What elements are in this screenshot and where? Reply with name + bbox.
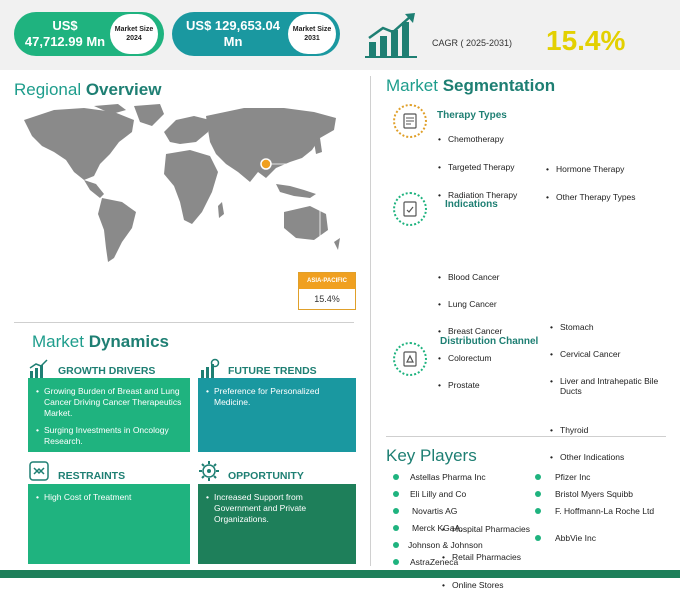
indications-icon: [393, 192, 427, 226]
therapy-types-title: Therapy Types: [437, 110, 507, 121]
growth-drivers-title: GROWTH DRIVERS: [58, 365, 156, 377]
growth-chart-icon: [365, 12, 423, 65]
restraints-icon: [28, 460, 50, 482]
future-trends-icon: [198, 358, 220, 380]
growth-drivers-card: Growing Burden of Breast and Lung Cancer…: [28, 378, 190, 452]
market-size-2024-pill: US$ 47,712.99 Mn Market Size 2024: [14, 12, 164, 56]
key-players-title: Key Players: [386, 446, 477, 465]
opportunity-title: OPPORTUNITY: [228, 470, 304, 482]
footer-bar: [0, 570, 680, 578]
market-size-2024-value: US$ 47,712.99 Mn: [24, 18, 106, 49]
bullet-dot: [393, 542, 399, 548]
indications-title: Indications: [445, 199, 498, 210]
indication-item: Other Indications: [550, 452, 680, 462]
future-trends-card: Preference for Personalized Medicine.: [198, 378, 356, 452]
market-size-2031-value: US$ 129,653.04 Mn: [186, 18, 280, 49]
bullet-dot: [393, 491, 399, 497]
key-player-item: Eli Lilly and Co: [410, 489, 467, 499]
divider: [386, 436, 666, 437]
growth-drivers-icon: [28, 358, 50, 380]
indication-item: Thyroid: [550, 425, 680, 435]
world-map: [14, 102, 354, 274]
asia-pacific-value: 15.4%: [314, 294, 340, 304]
indication-item: Stomach: [550, 322, 680, 332]
distribution-item: Online Stores: [442, 580, 680, 590]
future-trend-item: Preference for Personalized Medicine.: [206, 386, 350, 408]
divider: [14, 322, 354, 323]
key-player-item: Pfizer Inc: [555, 472, 591, 482]
bullet-dot: [393, 559, 399, 565]
restraint-item: High Cost of Treatment: [36, 492, 184, 503]
opportunity-icon: [198, 460, 220, 482]
key-player-item: Astellas Pharma Inc: [410, 472, 486, 482]
therapy-type-item: Chemotherapy: [438, 134, 680, 144]
therapy-type-item: Other Therapy Types: [546, 192, 680, 202]
asia-pacific-label: ASIA-PACIFIC: [299, 273, 355, 289]
market-dynamics-title: Market Dynamics: [32, 332, 170, 351]
asia-pacific-marker: [260, 158, 272, 170]
bullet-dot: [535, 474, 541, 480]
key-player-item: Novartis AG: [412, 506, 458, 516]
cagr-value: 15.4%: [546, 25, 626, 56]
opportunity-item: Increased Support from Government and Pr…: [206, 492, 350, 525]
distribution-item: Retail Pharmacies: [442, 552, 680, 562]
key-player-item: Bristol Myers Squibb: [555, 489, 633, 499]
restraints-card: High Cost of Treatment: [28, 484, 190, 564]
market-size-2024-label: Market Size 2024: [110, 14, 158, 54]
key-player-item: Merck KGaA.: [412, 523, 463, 533]
indication-item: Liver and Intrahepatic Bile Ducts: [550, 376, 665, 396]
bullet-dot: [393, 474, 399, 480]
asia-pacific-callout: ASIA-PACIFIC 15.4%: [298, 272, 356, 310]
bullet-dot: [393, 525, 399, 531]
key-player-item: Johnson & Johnson: [408, 540, 483, 550]
market-segmentation-title: Market Segmentation: [386, 76, 556, 95]
key-player-item: AstraZeneca: [410, 557, 459, 567]
market-size-2031-label: Market Size 2031: [288, 14, 336, 54]
market-size-2031-pill: US$ 129,653.04 Mn Market Size 2031: [172, 12, 340, 56]
growth-driver-item: Surging Investments in Oncology Research…: [36, 425, 184, 447]
growth-driver-item: Growing Burden of Breast and Lung Cancer…: [36, 386, 184, 419]
bullet-dot: [393, 508, 399, 514]
therapy-types-icon: [393, 104, 427, 138]
indication-item: Blood Cancer: [438, 272, 680, 282]
key-player-item: AbbVie Inc: [555, 533, 596, 543]
bullet-dot: [535, 535, 541, 541]
distribution-channel-icon: [393, 342, 427, 376]
regional-overview-title: Regional Overview: [14, 80, 162, 99]
bullet-dot: [535, 491, 541, 497]
key-player-item: F. Hoffmann-La Roche Ltd: [555, 506, 655, 516]
future-trends-title: FUTURE TRENDS: [228, 365, 317, 377]
cagr-label: CAGR ( 2025-2031): [432, 38, 513, 48]
opportunity-card: Increased Support from Government and Pr…: [198, 484, 356, 564]
restraints-title: RESTRAINTS: [58, 470, 126, 482]
bullet-dot: [535, 508, 541, 514]
indication-item: Cervical Cancer: [550, 349, 680, 359]
distribution-channel-title: Distribution Channel: [440, 336, 539, 347]
column-divider: [370, 76, 371, 566]
indication-item: Lung Cancer: [438, 299, 680, 309]
therapy-type-item: Hormone Therapy: [546, 164, 680, 174]
